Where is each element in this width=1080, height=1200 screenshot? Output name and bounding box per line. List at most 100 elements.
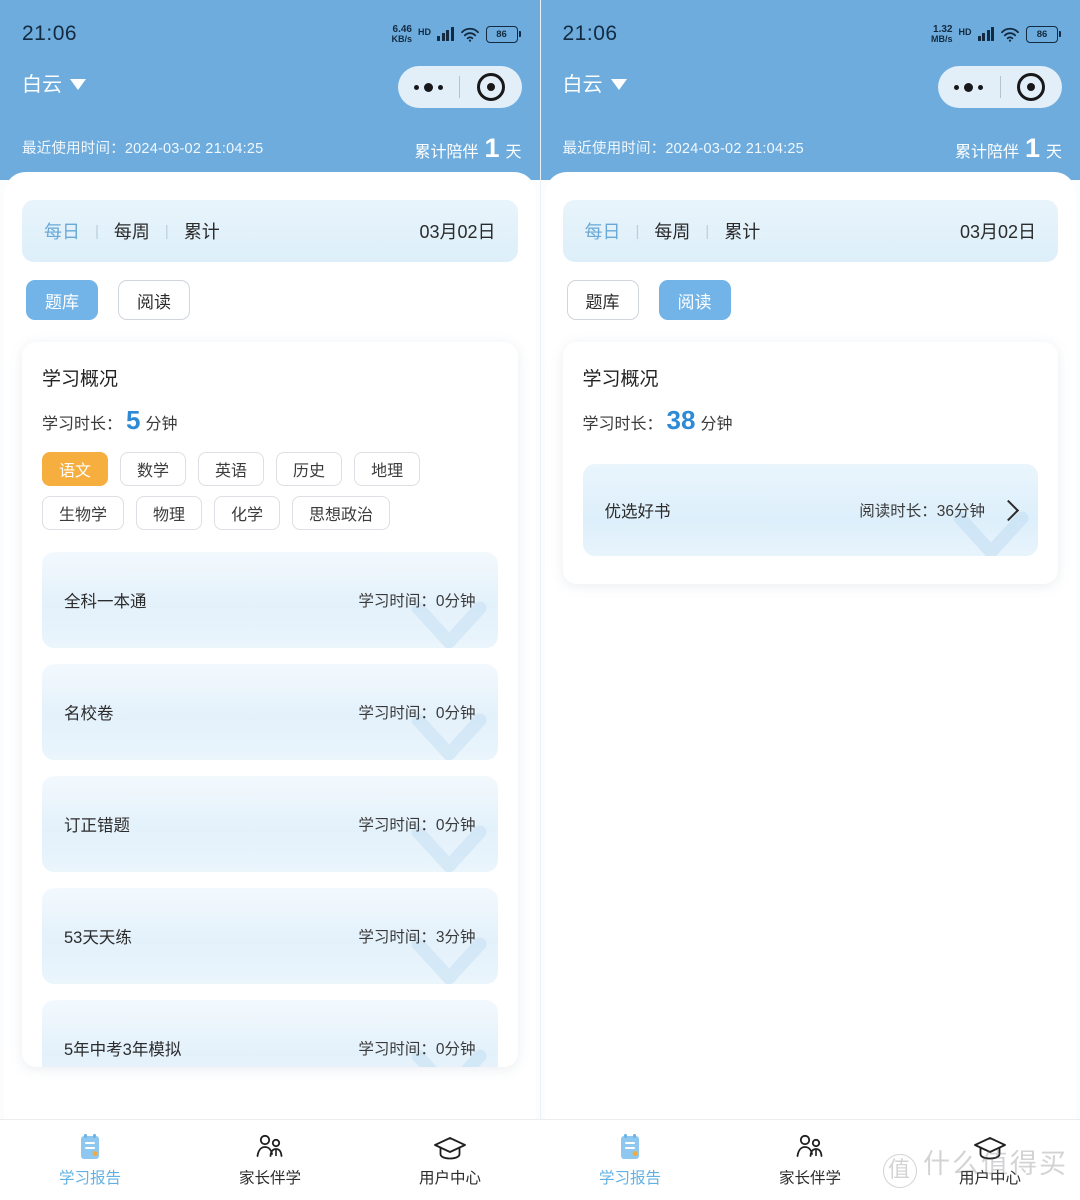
hd-icon: HD: [958, 26, 972, 37]
segment-divider: |: [705, 222, 710, 240]
tab-parent-companion[interactable]: 家长伴学: [720, 1120, 900, 1200]
miniprogram-capsule[interactable]: [938, 66, 1062, 108]
pill-reading[interactable]: 阅读: [118, 280, 190, 320]
table-row[interactable]: 53天天练 学习时间：3分钟: [42, 888, 498, 984]
table-row[interactable]: 订正错题 学习时间：0分钟: [42, 776, 498, 872]
study-duration: 学习时长： 38 分钟: [583, 407, 1039, 434]
segment-wrapper: 每日 | 每周 | 累计 03月02日: [545, 172, 1077, 262]
battery-icon: 86: [1026, 25, 1061, 43]
content-sheet: 每日 | 每周 | 累计 03月02日 题库 阅读 学习概况 学习时长： 38 …: [544, 172, 1077, 1120]
parent-child-icon: [254, 1132, 286, 1162]
study-overview-card: 学习概况 学习时长： 38 分钟 优选好书 阅读时长：36分钟: [562, 342, 1058, 584]
segment-total[interactable]: 累计: [184, 218, 220, 244]
study-duration-unit: 分钟: [700, 416, 733, 433]
companion-days-value: 1: [484, 133, 500, 163]
tab-label: 家长伴学: [238, 1170, 301, 1187]
study-duration: 学习时长： 5 分钟: [42, 407, 498, 434]
companion-label: 累计陪伴: [414, 144, 479, 161]
tab-parent-companion[interactable]: 家长伴学: [180, 1120, 360, 1200]
close-miniprogram-icon[interactable]: [460, 73, 522, 101]
status-clock: 21:06: [562, 22, 618, 45]
status-icons: 1.32 MB/s HD 86: [931, 24, 1061, 44]
tab-user-center[interactable]: 用户中心: [900, 1120, 1080, 1200]
segment-divider: |: [635, 222, 640, 240]
table-row[interactable]: 名校卷 学习时间：0分钟: [42, 664, 498, 760]
subject-chip-huaxue[interactable]: 化学: [214, 496, 281, 530]
subject-chip-lishi[interactable]: 历史: [276, 452, 343, 486]
cellular-signal-icon: [437, 27, 454, 41]
companion-unit: 天: [505, 144, 522, 161]
blue-header: 21:06 1.32 MB/s HD 86 白云 最近使用时间：2024-03-…: [540, 0, 1080, 180]
study-duration-label: 学习时长：: [42, 416, 123, 433]
tab-label: 用户中心: [418, 1170, 481, 1187]
more-menu-icon[interactable]: [398, 82, 460, 92]
tab-study-report[interactable]: 学习报告: [0, 1120, 180, 1200]
graduation-cap-icon: [973, 1132, 1007, 1162]
segment-weekly[interactable]: 每周: [114, 218, 150, 244]
tab-study-report[interactable]: 学习报告: [540, 1120, 720, 1200]
status-icons: 6.46 KB/s HD 86: [391, 24, 521, 44]
subject-chip-sixiangzhengzhi[interactable]: 思想政治: [292, 496, 391, 530]
hd-icon: HD: [418, 26, 431, 37]
companion-unit: 天: [1045, 144, 1062, 161]
subject-chip-yingyu[interactable]: 英语: [198, 452, 265, 486]
subject-chip-shengwuxue[interactable]: 生物学: [42, 496, 125, 530]
pill-question-bank[interactable]: 题库: [26, 280, 98, 320]
study-item-time: 学习时间：0分钟: [358, 593, 476, 610]
nickname-selector[interactable]: 白云: [563, 68, 627, 97]
blue-header: 21:06 6.46 KB/s HD 86 白云 最近使用时间：2024-03-…: [0, 0, 540, 180]
table-row[interactable]: 5年中考3年模拟 学习时间：0分钟: [42, 1000, 498, 1067]
study-item-name: 名校卷: [64, 705, 114, 723]
segment-divider: |: [95, 222, 99, 240]
study-duration-unit: 分钟: [145, 416, 178, 433]
chevron-down-icon: [610, 78, 627, 90]
selected-date[interactable]: 03月02日: [419, 218, 495, 244]
subject-chip-yuwen[interactable]: 语文: [42, 452, 109, 486]
segment-daily[interactable]: 每日: [44, 218, 80, 244]
study-item-time: 学习时间：0分钟: [358, 817, 476, 834]
subject-chip-group: 语文 数学 英语 历史 地理 生物学 物理 化学 思想政治: [42, 452, 498, 530]
study-item-name: 订正错题: [64, 817, 130, 835]
status-bar: 21:06 6.46 KB/s HD 86: [0, 16, 540, 52]
segment-daily[interactable]: 每日: [585, 218, 621, 244]
pill-reading[interactable]: 阅读: [658, 280, 731, 320]
parent-child-icon: [794, 1132, 826, 1162]
reading-item-row[interactable]: 优选好书 阅读时长：36分钟: [582, 464, 1038, 556]
miniprogram-capsule[interactable]: [397, 66, 522, 108]
companion-days-value: 1: [1024, 133, 1040, 163]
subject-chip-shuxue[interactable]: 数学: [120, 452, 187, 486]
last-use-value: 2024-03-02 21:04:25: [124, 141, 264, 157]
segment-wrapper: 每日 | 每周 | 累计 03月02日: [4, 172, 536, 262]
reading-item-time: 阅读时长：36分钟: [859, 503, 985, 520]
companion-days: 累计陪伴 1 天: [414, 135, 521, 162]
segment-divider: |: [164, 222, 169, 240]
dual-screenshot-container: 21:06 6.46 KB/s HD 86 白云 最近使用时间：2024-03-…: [0, 0, 1080, 1120]
pill-question-bank[interactable]: 题库: [566, 280, 639, 320]
nickname-label: 白云: [22, 74, 62, 96]
study-item-time: 学习时间：0分钟: [358, 1041, 476, 1058]
segment-weekly[interactable]: 每周: [654, 218, 690, 244]
cellular-signal-icon: [977, 27, 994, 41]
tabbar-left-half: 学习报告 家长伴学 用户中心: [0, 1120, 540, 1200]
content-sheet: 每日 | 每周 | 累计 03月02日 题库 阅读 学习概况 学习时长： 5 分…: [4, 172, 536, 1120]
right-phone-screen: 21:06 1.32 MB/s HD 86 白云 最近使用时间：2024-03-…: [539, 0, 1080, 1120]
graduation-cap-icon: [433, 1132, 467, 1162]
more-menu-icon[interactable]: [938, 82, 1000, 92]
tab-label: 用户中心: [958, 1170, 1021, 1187]
last-use-time: 最近使用时间：2024-03-02 21:04:25: [22, 137, 263, 158]
study-item-name: 全科一本通: [64, 593, 147, 611]
nickname-selector[interactable]: 白云: [22, 68, 86, 97]
subject-chip-wuli[interactable]: 物理: [136, 496, 203, 530]
nickname-label: 白云: [562, 74, 603, 96]
card-title: 学习概况: [582, 369, 659, 390]
table-row[interactable]: 全科一本通 学习时间：0分钟: [42, 552, 498, 648]
study-duration-value: 38: [666, 405, 696, 435]
selected-date[interactable]: 03月02日: [960, 218, 1036, 244]
study-item-time: 学习时间：0分钟: [358, 705, 476, 722]
network-speed-indicator: 1.32 MB/s: [931, 24, 953, 44]
tab-user-center[interactable]: 用户中心: [360, 1120, 540, 1200]
battery-icon: 86: [485, 25, 521, 43]
subject-chip-dili[interactable]: 地理: [354, 452, 421, 486]
close-miniprogram-icon[interactable]: [1001, 73, 1063, 101]
segment-total[interactable]: 累计: [724, 218, 760, 244]
